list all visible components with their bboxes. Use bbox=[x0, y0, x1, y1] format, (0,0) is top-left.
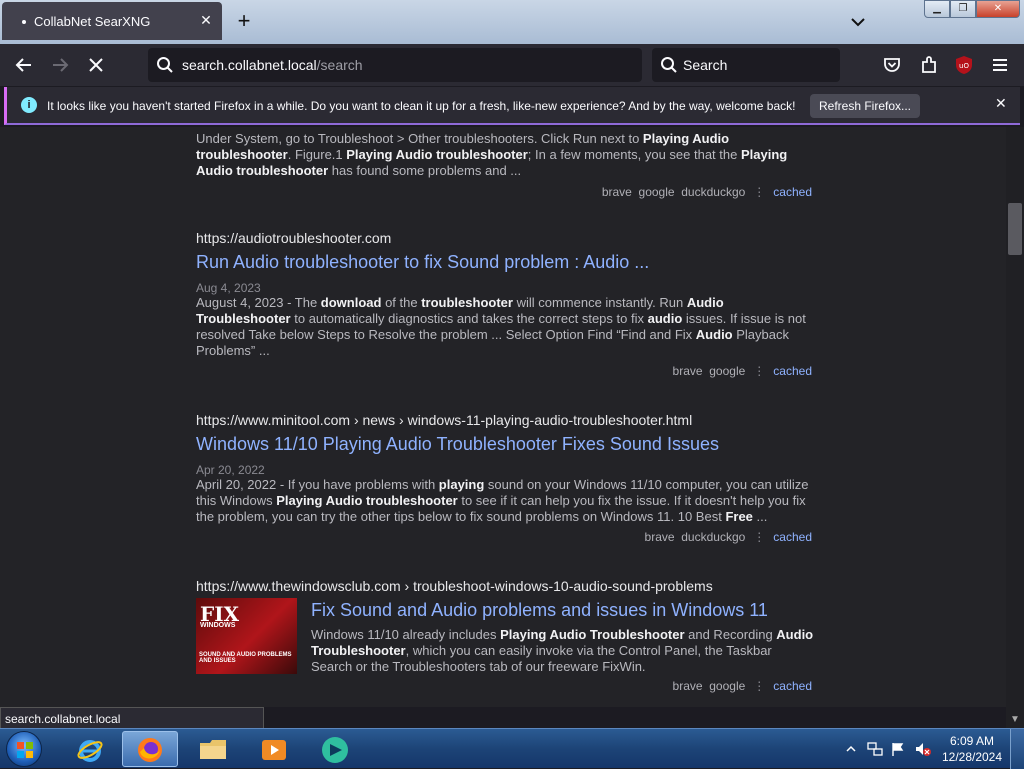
close-tab-icon[interactable]: ✕ bbox=[198, 12, 214, 28]
close-notification-icon[interactable]: ✕ bbox=[995, 95, 1007, 112]
result-engines: brave google ⋮ cached bbox=[673, 679, 812, 693]
scrollbar-thumb[interactable] bbox=[1008, 203, 1022, 255]
search-icon bbox=[157, 57, 173, 73]
url-path: /search bbox=[316, 57, 363, 73]
cached-link[interactable]: cached bbox=[773, 185, 812, 199]
windows-logo-icon bbox=[17, 742, 33, 758]
show-hidden-icons-icon[interactable] bbox=[846, 744, 856, 754]
result-item: Under System, go to Troubleshoot > Other… bbox=[196, 131, 816, 199]
engine-label: google bbox=[638, 185, 675, 199]
system-clock[interactable]: 6:09 AM 12/28/2024 bbox=[940, 733, 1004, 765]
chevron-down-icon[interactable] bbox=[848, 12, 868, 32]
cached-link[interactable]: cached bbox=[773, 530, 812, 544]
result-snippet: Under System, go to Troubleshoot > Other… bbox=[196, 131, 788, 178]
url-bar[interactable]: search.collabnet.local/search bbox=[148, 48, 642, 82]
result-engines: brave google duckduckgo ⋮ cached bbox=[602, 185, 812, 199]
search-placeholder: Search bbox=[683, 57, 728, 73]
engine-label: brave bbox=[601, 185, 632, 199]
close-window-button[interactable]: ✕ bbox=[976, 0, 1020, 18]
network-icon[interactable] bbox=[866, 741, 884, 757]
url-domain: search.collabnet.local bbox=[182, 57, 317, 73]
clock-time: 6:09 AM bbox=[949, 734, 995, 748]
result-item: https://www.minitool.com › news › window… bbox=[196, 412, 816, 544]
more-icon: ⋮ bbox=[753, 679, 766, 693]
action-center-flag-icon[interactable] bbox=[890, 741, 906, 757]
minimize-button[interactable]: ▁ bbox=[924, 0, 950, 18]
taskbar: 6:09 AM 12/28/2024 bbox=[0, 728, 1024, 769]
result-item: https://www.thewindowsclub.com › trouble… bbox=[196, 578, 816, 693]
result-engines: brave google ⋮ cached bbox=[673, 364, 812, 378]
more-icon: ⋮ bbox=[753, 364, 766, 378]
more-icon: ⋮ bbox=[753, 185, 766, 199]
thumbnail-caption: SOUND AND AUDIO PROBLEMS AND ISSUES bbox=[199, 652, 292, 664]
start-button[interactable] bbox=[6, 731, 42, 767]
new-tab-button[interactable]: + bbox=[234, 10, 254, 32]
firefox-icon[interactable] bbox=[122, 731, 178, 767]
search-icon bbox=[661, 57, 677, 73]
engine-label: brave bbox=[672, 364, 703, 378]
more-icon: ⋮ bbox=[753, 530, 766, 544]
notification-message: It looks like you haven't started Firefo… bbox=[47, 99, 796, 113]
result-date: Aug 4, 2023 bbox=[196, 281, 261, 295]
loading-dot-icon bbox=[22, 20, 26, 24]
file-explorer-icon[interactable] bbox=[186, 731, 242, 767]
tab-title: CollabNet SearXNG bbox=[34, 13, 151, 29]
tab-bar: CollabNet SearXNG ✕ + ▁ ❐ ✕ bbox=[0, 0, 1024, 44]
pocket-icon[interactable] bbox=[881, 54, 903, 76]
clock-date: 12/28/2024 bbox=[941, 750, 1003, 764]
cached-link[interactable]: cached bbox=[773, 679, 812, 693]
result-url[interactable]: https://www.minitool.com › news › window… bbox=[196, 412, 816, 428]
info-icon: i bbox=[21, 97, 37, 113]
result-url[interactable]: https://www.thewindowsclub.com › trouble… bbox=[196, 578, 816, 594]
engine-label: brave bbox=[672, 679, 703, 693]
scroll-down-icon[interactable]: ▼ bbox=[1010, 714, 1020, 725]
cached-link[interactable]: cached bbox=[773, 364, 812, 378]
maximize-button[interactable]: ❐ bbox=[950, 0, 976, 18]
svg-text:uO: uO bbox=[959, 62, 969, 70]
result-snippet: August 4, 2023 - The download of the tro… bbox=[196, 295, 806, 358]
extensions-icon[interactable] bbox=[918, 54, 940, 76]
result-item: https://audiotroubleshooter.com Run Audi… bbox=[196, 230, 816, 378]
show-desktop-button[interactable] bbox=[1010, 729, 1024, 769]
result-snippet: April 20, 2022 - If you have problems wi… bbox=[196, 477, 809, 524]
volume-muted-icon[interactable] bbox=[914, 741, 932, 757]
page-scrollbar[interactable]: ▼ bbox=[1006, 127, 1024, 730]
menu-icon[interactable] bbox=[989, 54, 1011, 76]
tab-searxng[interactable]: CollabNet SearXNG ✕ bbox=[2, 2, 222, 40]
forward-arrow-icon[interactable] bbox=[48, 53, 72, 77]
results-page: Under System, go to Troubleshoot > Other… bbox=[0, 127, 1006, 707]
result-engines: brave duckduckgo ⋮ cached bbox=[645, 530, 812, 544]
result-date: Apr 20, 2022 bbox=[196, 463, 265, 477]
window-controls: ▁ ❐ ✕ bbox=[924, 0, 1020, 20]
search-bar[interactable]: Search bbox=[652, 48, 840, 82]
back-arrow-icon[interactable] bbox=[12, 53, 36, 77]
notification-bar: i It looks like you haven't started Fire… bbox=[4, 87, 1020, 125]
media-player-icon[interactable] bbox=[246, 731, 302, 767]
engine-label: duckduckgo bbox=[681, 530, 746, 544]
result-title[interactable]: Fix Sound and Audio problems and issues … bbox=[311, 600, 816, 621]
engine-label: brave bbox=[644, 530, 675, 544]
result-thumbnail[interactable]: FIX WINDOWS SOUND AND AUDIO PROBLEMS AND… bbox=[196, 598, 297, 674]
thumbnail-subtitle: WINDOWS bbox=[200, 622, 236, 629]
engine-label: google bbox=[709, 364, 746, 378]
engine-label: duckduckgo bbox=[681, 185, 746, 199]
stop-loading-icon[interactable] bbox=[84, 53, 108, 77]
internet-explorer-icon[interactable] bbox=[62, 731, 118, 767]
app-icon[interactable] bbox=[308, 731, 364, 767]
result-title[interactable]: Windows 11/10 Playing Audio Troubleshoot… bbox=[196, 434, 816, 455]
url-text: search.collabnet.local/search bbox=[182, 57, 363, 73]
status-url-tooltip: search.collabnet.local bbox=[0, 707, 264, 729]
refresh-firefox-button[interactable]: Refresh Firefox... bbox=[810, 94, 920, 118]
result-snippet: Windows 11/10 already includes Playing A… bbox=[311, 627, 814, 674]
result-title[interactable]: Run Audio troubleshooter to fix Sound pr… bbox=[196, 252, 816, 273]
result-url[interactable]: https://audiotroubleshooter.com bbox=[196, 230, 816, 246]
ublock-icon[interactable]: uO bbox=[953, 54, 975, 76]
engine-label: google bbox=[709, 679, 746, 693]
